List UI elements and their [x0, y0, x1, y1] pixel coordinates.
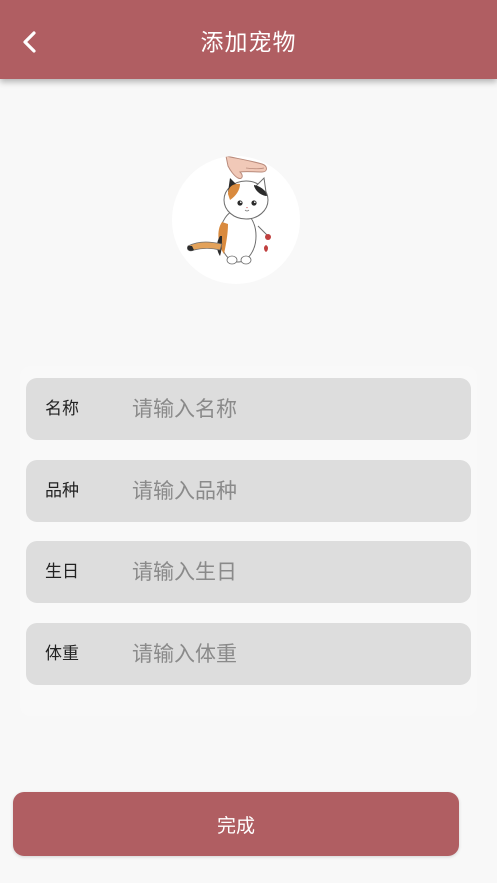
name-field[interactable]: 名称: [26, 378, 471, 440]
pet-avatar[interactable]: [172, 156, 300, 284]
page-title: 添加宠物: [200, 30, 297, 56]
breed-input[interactable]: [132, 470, 452, 512]
done-button[interactable]: 完成: [13, 792, 459, 856]
name-label: 名称: [45, 399, 79, 419]
weight-field[interactable]: 体重: [26, 623, 471, 685]
birthday-input[interactable]: [132, 551, 452, 593]
birthday-label: 生日: [45, 562, 79, 582]
cat-illustration-icon: [187, 156, 271, 265]
name-input[interactable]: [132, 388, 452, 430]
weight-input[interactable]: [132, 633, 452, 675]
breed-field[interactable]: 品种: [26, 460, 471, 522]
app-bar: 添加宠物: [0, 0, 497, 79]
weight-label: 体重: [45, 644, 79, 664]
birthday-field[interactable]: 生日: [26, 541, 471, 603]
breed-label: 品种: [45, 481, 79, 501]
